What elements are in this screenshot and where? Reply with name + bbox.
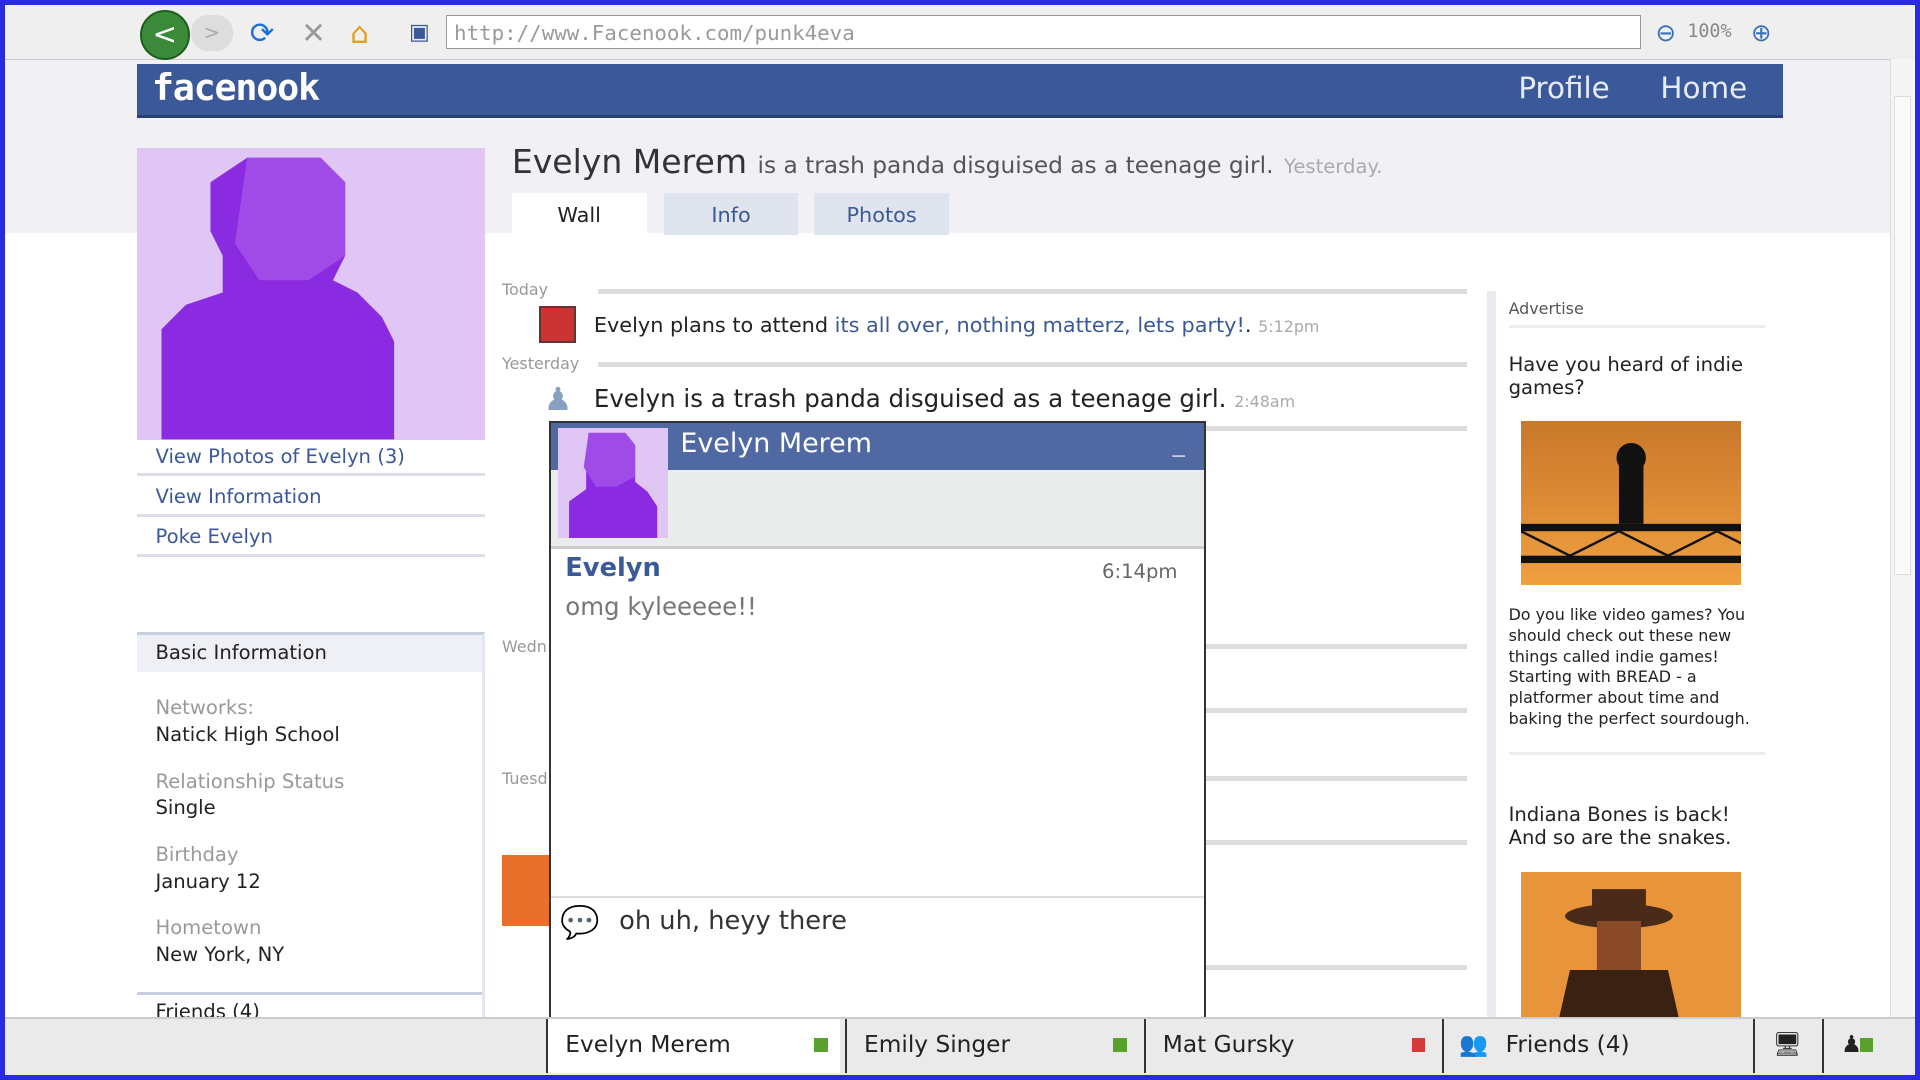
status-button[interactable]: ♟ <box>1822 1018 1895 1073</box>
status-time: Yesterday. <box>1283 155 1383 179</box>
zoom-out-icon[interactable]: ⊖ <box>1656 15 1677 52</box>
wall-item: Evelyn plans to attend its all over, not… <box>593 313 1320 338</box>
chat-bubble-icon: 💬 <box>560 903 600 942</box>
day-label: Tuesd <box>502 768 548 788</box>
chat-tab-emily[interactable]: Emily Singer <box>844 1018 1139 1073</box>
site-header: facenook Profile Home <box>137 63 1783 119</box>
chat-input[interactable]: oh uh, heyy there <box>619 906 1182 936</box>
friends-button[interactable]: 👥 Friends (4) <box>1442 1018 1753 1073</box>
day-label: Today <box>502 280 549 300</box>
nav-profile[interactable]: Profile <box>1518 71 1609 105</box>
stop-icon[interactable]: ✕ <box>301 15 326 52</box>
basic-info-title: Basic Information <box>137 634 483 672</box>
offline-indicator <box>1411 1038 1426 1052</box>
birthday-value: January 12 <box>155 869 261 893</box>
browser-window: < > ⟳ ✕ ⌂ ▣ http://www.Facenook.com/punk… <box>4 4 1916 1076</box>
profile-name: Evelyn Merem <box>511 142 748 182</box>
ads-title: Advertise <box>1508 299 1766 329</box>
online-indicator <box>814 1038 828 1052</box>
poke-link[interactable]: Poke Evelyn <box>137 520 485 558</box>
tab-info[interactable]: Info <box>663 193 799 236</box>
profile-photo[interactable] <box>137 148 485 440</box>
home-icon[interactable]: ⌂ <box>350 15 369 52</box>
user-icon: ♟ <box>1841 1030 1863 1058</box>
nav-home[interactable]: Home <box>1660 71 1747 105</box>
event-link[interactable]: its all over, nothing matterz, lets part… <box>835 313 1245 337</box>
scrollbar[interactable] <box>1889 58 1916 1019</box>
page-icon: ▣ <box>408 19 430 45</box>
relationship-label: Relationship Status <box>155 769 345 793</box>
networks-label: Networks: <box>155 696 255 720</box>
tab-wall[interactable]: Wall <box>511 193 647 236</box>
site-logo[interactable]: facenook <box>152 66 320 109</box>
browser-toolbar: < > ⟳ ✕ ⌂ ▣ http://www.Facenook.com/punk… <box>4 4 1916 61</box>
tab-photos[interactable]: Photos <box>814 193 949 236</box>
zoom-level: 100% <box>1687 20 1732 42</box>
friends-icon: 👥 <box>1459 1030 1489 1058</box>
address-bar[interactable]: http://www.Facenook.com/punk4eva <box>445 14 1641 49</box>
view-photos-link[interactable]: View Photos of Evelyn (3) <box>137 440 485 477</box>
day-label: Wedn <box>502 636 547 656</box>
message-sender: Evelyn <box>565 552 661 583</box>
chat-avatar <box>557 428 669 539</box>
online-indicator <box>1113 1038 1127 1052</box>
zoom-in-icon[interactable]: ⊕ <box>1751 15 1772 52</box>
hometown-label: Hometown <box>155 916 262 940</box>
ad-heading[interactable]: Have you heard of indie games? <box>1509 353 1766 399</box>
person-icon: ♟ <box>543 379 573 418</box>
reload-icon[interactable]: ⟳ <box>250 15 275 52</box>
ad-image-indie[interactable] <box>1520 421 1742 586</box>
ad-heading[interactable]: Indiana Bones is back! And so are the sn… <box>1509 803 1766 849</box>
wall-thumbnail[interactable] <box>502 854 551 926</box>
relationship-value: Single <box>155 796 216 820</box>
profile-status: is a trash panda disguised as a teenage … <box>757 152 1274 180</box>
message-text: omg kyleeeee!! <box>565 592 757 622</box>
networks-value: Natick High School <box>155 722 340 746</box>
basic-information-panel: Basic Information Networks: Natick High … <box>137 631 486 1027</box>
birthday-label: Birthday <box>155 842 239 866</box>
chat-tab-mat[interactable]: Mat Gursky <box>1143 1018 1438 1073</box>
ad-body: Do you like video games? You should chec… <box>1508 605 1766 755</box>
online-indicator <box>1860 1038 1874 1052</box>
forward-button[interactable]: > <box>191 14 233 52</box>
monitor-icon: 🖥 <box>1772 1030 1803 1058</box>
message-time: 6:14pm <box>1102 560 1178 584</box>
chat-title: Evelyn Merem <box>680 428 872 460</box>
chat-settings-button[interactable]: 🖥 <box>1753 1018 1822 1073</box>
hometown-value: New York, NY <box>155 943 285 967</box>
chat-tab-evelyn[interactable]: Evelyn Merem <box>546 1018 840 1073</box>
bottom-chat-bar: Evelyn Merem Emily Singer Mat Gursky 👥 Fr… <box>4 1016 1916 1076</box>
minimize-button[interactable]: _ <box>1173 428 1185 457</box>
chat-window: Evelyn Merem _ Evelyn 6:14pm omg kyleeee… <box>548 421 1207 1038</box>
ad-image-indiana[interactable] <box>1520 871 1742 1024</box>
event-icon <box>538 306 576 343</box>
wall-item: Evelyn is a trash panda disguised as a t… <box>593 384 1296 414</box>
profile-headline: Evelyn Merem is a trash panda disguised … <box>512 142 1383 181</box>
back-button[interactable]: < <box>139 9 191 61</box>
day-label: Yesterday <box>502 353 580 373</box>
view-information-link[interactable]: View Information <box>137 480 485 517</box>
